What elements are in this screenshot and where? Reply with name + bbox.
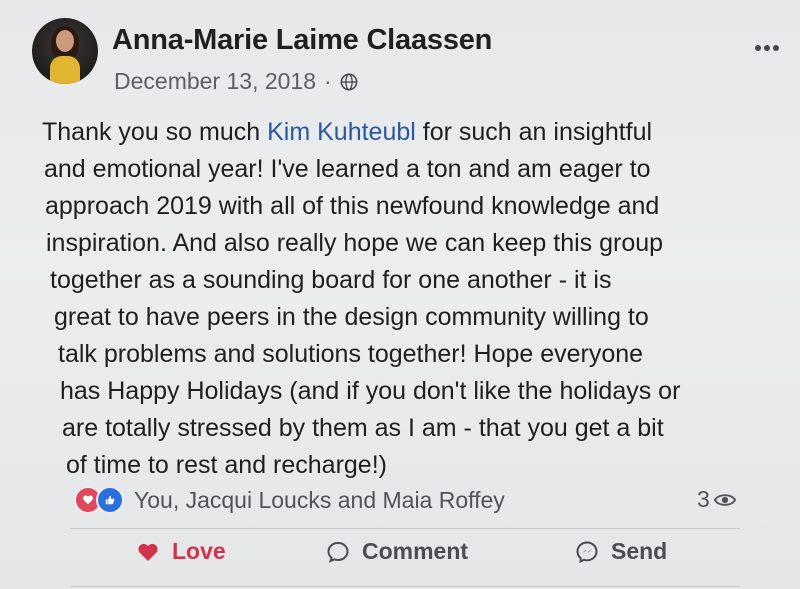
post-body-line: and emotional year! I've learned a ton a… <box>44 155 651 183</box>
divider <box>70 528 740 529</box>
post-text: for such an insightful <box>415 118 653 146</box>
reaction-names: You, Jacqui Loucks and Maia Roffey <box>134 486 505 513</box>
more-dot <box>764 45 770 51</box>
post-body-line: talk problems and solutions together! Ho… <box>58 340 644 368</box>
post-meta: December 13, 2018 · <box>114 68 358 95</box>
send-button[interactable]: Send <box>575 538 667 565</box>
more-dot <box>755 45 761 51</box>
reaction-icons <box>74 486 124 514</box>
avatar-face-shape <box>56 30 74 52</box>
comment-button[interactable]: Comment <box>326 538 468 565</box>
comment-bubble-icon <box>327 541 349 563</box>
meta-separator: · <box>324 68 332 94</box>
seen-count[interactable]: 3 <box>697 486 736 513</box>
heart-glyph-icon <box>83 495 93 505</box>
heart-icon <box>138 543 158 561</box>
send-label: Send <box>611 538 668 564</box>
post-date[interactable]: December 13, 2018 <box>114 68 316 95</box>
messenger-icon <box>576 540 598 563</box>
avatar-body-shape <box>50 56 80 84</box>
like-reaction-icon <box>96 486 124 514</box>
more-dot <box>773 45 779 51</box>
author-avatar[interactable] <box>32 18 98 84</box>
post-text: Thank you so much <box>42 118 268 146</box>
facebook-post: Anna-Marie Laime Claassen December 13, 2… <box>0 0 800 589</box>
comment-label: Comment <box>362 538 469 564</box>
globe-icon[interactable] <box>340 73 358 91</box>
eye-icon <box>713 493 736 506</box>
action-bar: Love Comment Send <box>0 538 800 578</box>
post-body-line: inspiration. And also really hope we can… <box>46 229 664 257</box>
post-body-line: Thank you so much Kim Kuhteubl for such … <box>42 114 782 151</box>
thumbs-up-glyph-icon <box>105 495 115 505</box>
post-body-line: has Happy Holidays (and if you don't lik… <box>60 377 681 405</box>
post-body-line: of time to rest and recharge!) <box>66 451 387 479</box>
mention-link[interactable]: Kim Kuhteubl <box>267 118 416 146</box>
post-body-line: are totally stressed by them as I am - t… <box>62 414 664 442</box>
love-label: Love <box>172 538 226 564</box>
bottom-divider <box>70 586 740 587</box>
post-body-line: together as a sounding board for one ano… <box>50 266 612 294</box>
seen-count-value: 3 <box>697 486 710 512</box>
reaction-summary[interactable]: You, Jacqui Loucks and Maia Roffey <box>74 486 505 514</box>
post-body-line: great to have peers in the design commun… <box>54 303 649 331</box>
post-body-line: approach 2019 with all of this newfound … <box>45 192 660 220</box>
post-body: Thank you so much Kim Kuhteubl for such … <box>42 114 782 484</box>
author-name[interactable]: Anna-Marie Laime Claassen <box>112 24 492 57</box>
love-button[interactable]: Love <box>136 538 226 565</box>
more-options-icon[interactable] <box>755 38 787 51</box>
